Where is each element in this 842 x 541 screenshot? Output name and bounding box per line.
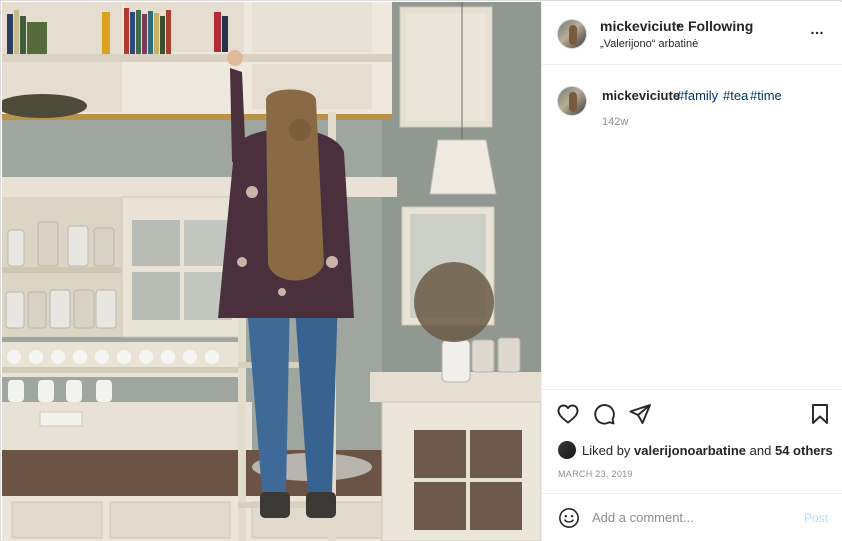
author-username[interactable]: mickeviciute <box>600 18 684 34</box>
likes-prefix: Liked by <box>582 443 631 458</box>
following-button[interactable]: Following <box>688 18 753 34</box>
caption-avatar[interactable] <box>557 86 587 116</box>
likes-summary: Liked by valerijonoarbatine and 54 other… <box>558 441 833 459</box>
hashtag-tea[interactable]: #tea <box>723 88 748 103</box>
share-icon[interactable] <box>628 402 652 426</box>
more-options-icon[interactable] <box>808 24 826 42</box>
author-avatar[interactable] <box>557 19 587 49</box>
post-actions: Liked by valerijonoarbatine and 54 other… <box>542 389 842 493</box>
post-location[interactable]: „Valerijono“ arbatinė <box>600 38 698 50</box>
caption-username[interactable]: mickeviciute <box>602 88 680 103</box>
header-separator: • <box>676 17 681 33</box>
hashtag-family[interactable]: #family <box>677 88 718 103</box>
heart-icon[interactable] <box>556 402 580 426</box>
liker-username[interactable]: valerijonoarbatine <box>634 443 746 458</box>
comment-icon[interactable] <box>592 402 616 426</box>
bookmark-icon[interactable] <box>808 402 832 426</box>
likes-others-link[interactable]: 54 others <box>775 443 833 458</box>
post-header: mickeviciute • Following „Valerijono“ ar… <box>542 2 842 65</box>
comment-input[interactable] <box>592 506 792 528</box>
emoji-icon[interactable] <box>558 507 580 529</box>
caption-age[interactable]: 142w <box>602 116 628 128</box>
likes-and: and <box>749 443 772 458</box>
post-comment-button[interactable]: Post <box>804 511 828 525</box>
liker-avatar[interactable] <box>558 441 576 459</box>
post-photo[interactable] <box>2 2 541 541</box>
post-dialog: mickeviciute • Following „Valerijono“ ar… <box>0 0 842 541</box>
post-sidebar: mickeviciute • Following „Valerijono“ ar… <box>541 2 842 541</box>
hashtag-time[interactable]: #time <box>750 88 782 103</box>
photo-illustration <box>2 2 541 541</box>
post-date[interactable]: MARCH 23, 2019 <box>558 469 633 479</box>
comment-box: Post <box>542 493 842 541</box>
